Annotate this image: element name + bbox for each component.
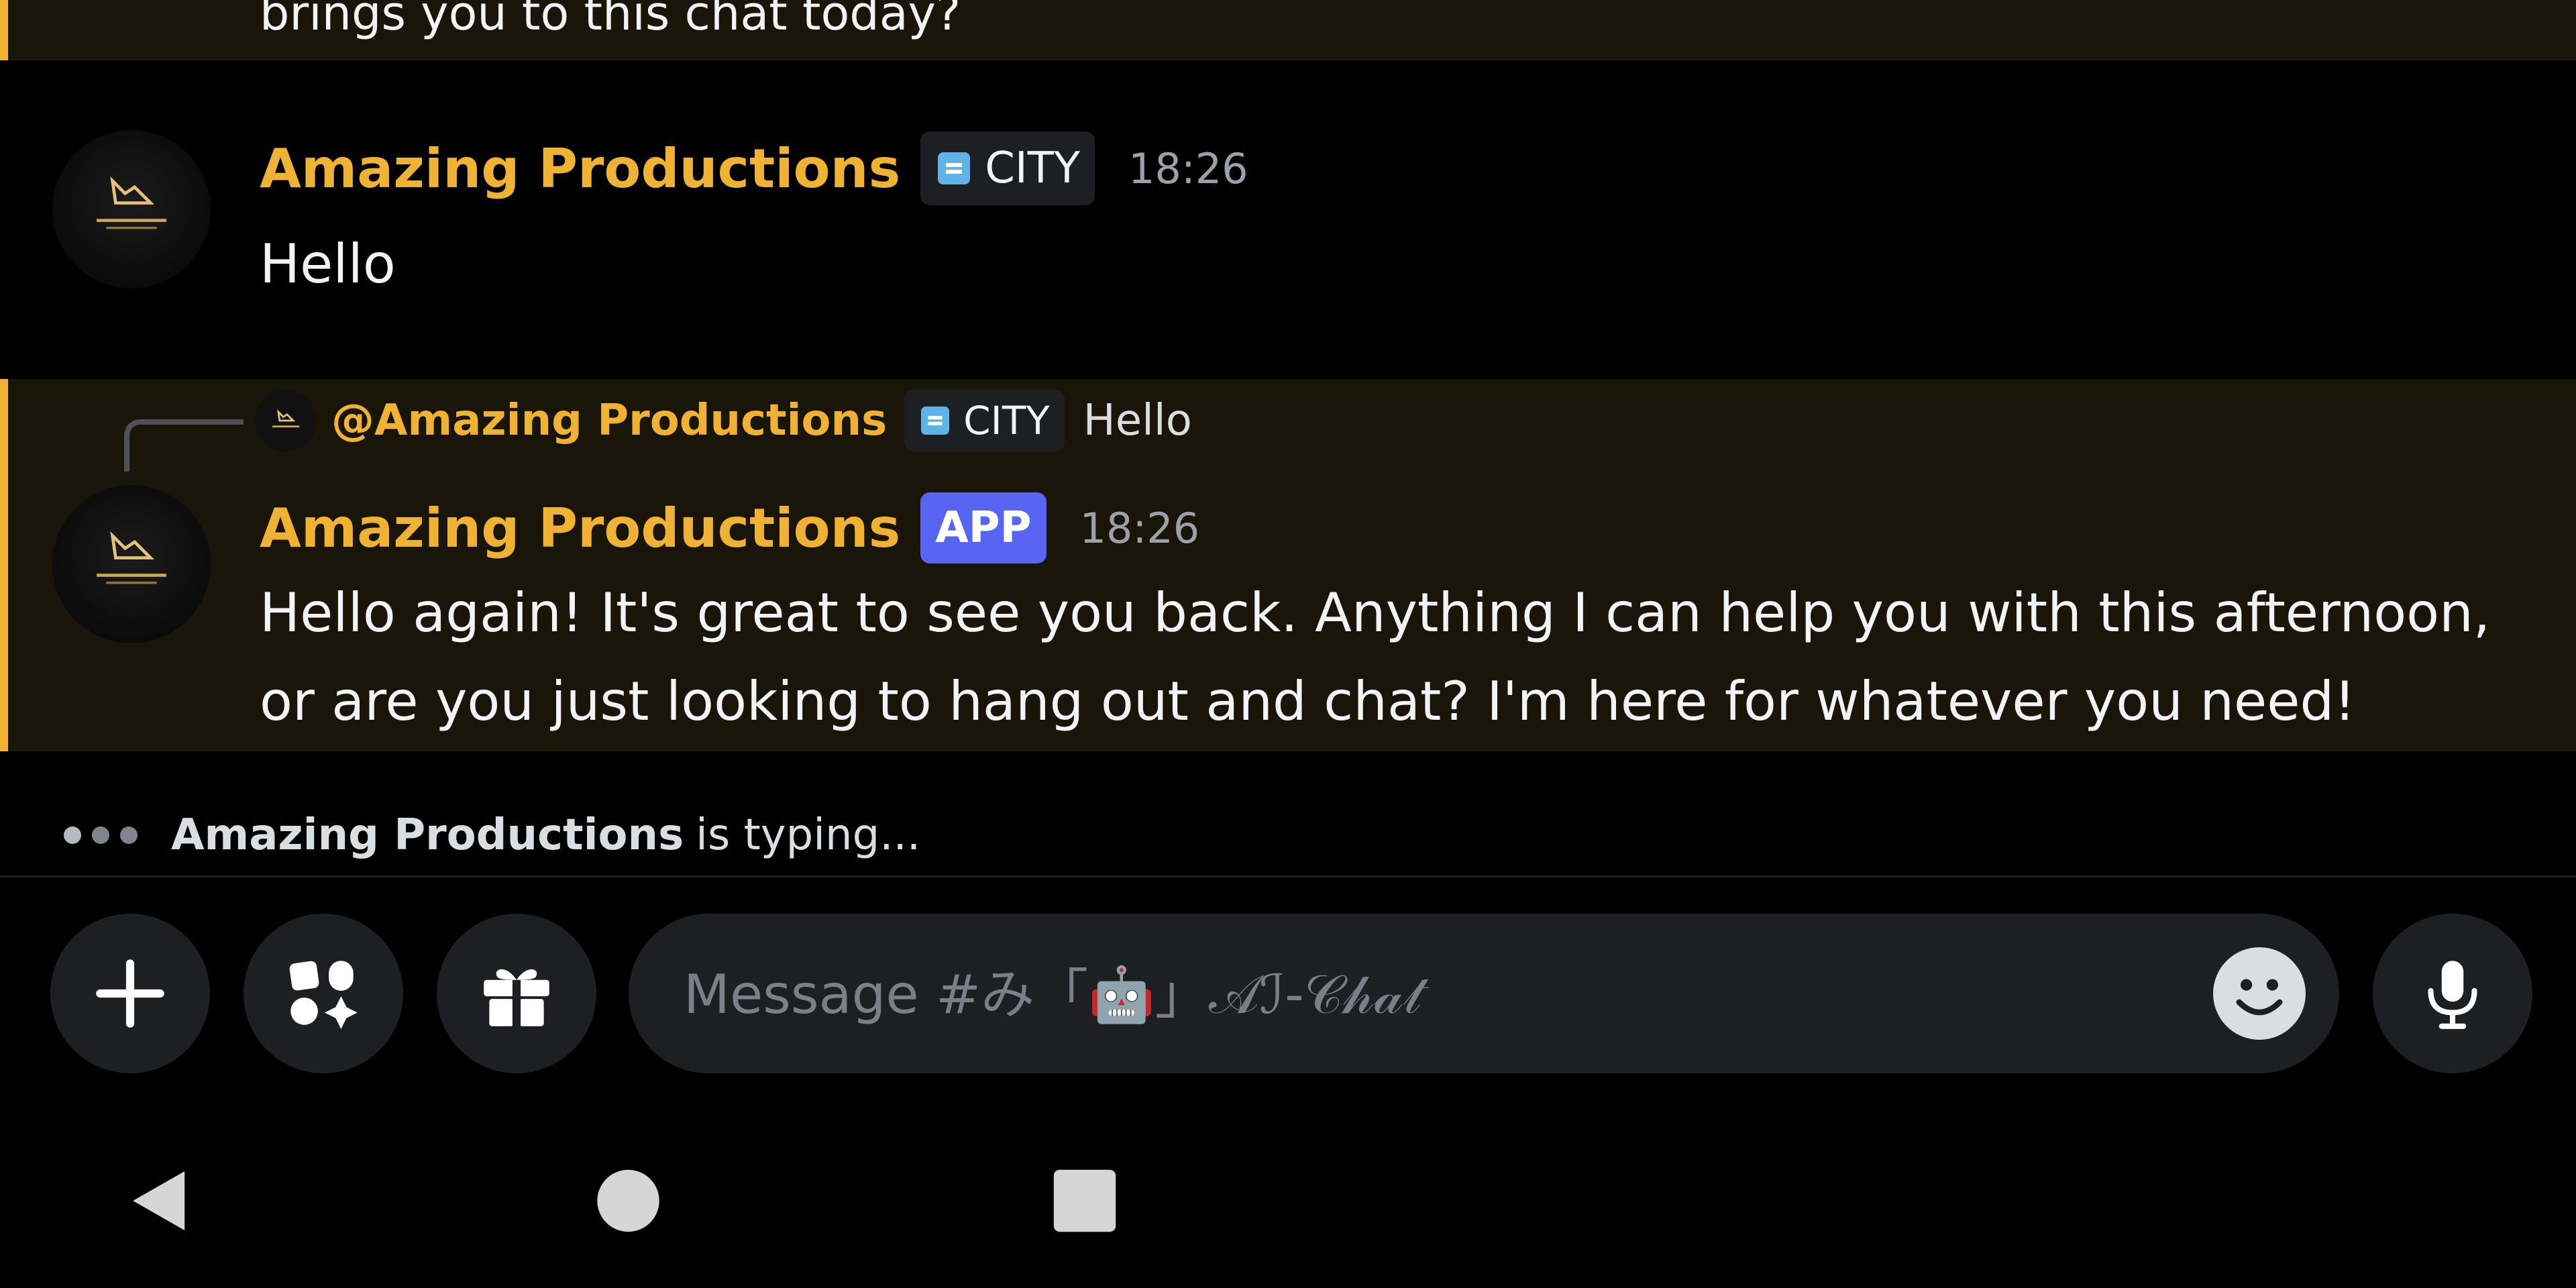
nav-home-button[interactable] bbox=[588, 1164, 661, 1238]
microphone-icon bbox=[2428, 961, 2477, 1029]
emoji-button[interactable] bbox=[2213, 947, 2306, 1040]
message-body-line-2: or are you just looking to hang out and … bbox=[260, 670, 2356, 733]
gift-button[interactable] bbox=[437, 914, 596, 1073]
message-input[interactable] bbox=[682, 914, 2094, 1075]
add-attachment-button[interactable] bbox=[50, 914, 210, 1073]
city-tag-icon bbox=[921, 407, 950, 435]
reply-reference[interactable]: @Amazing Productions CITY Hello bbox=[255, 387, 1192, 454]
message-hello[interactable]: Amazing Productions CITY 18:26 Hello bbox=[0, 121, 2576, 322]
app-badge: APP bbox=[920, 492, 1046, 564]
typing-user-name: Amazing Productions bbox=[171, 810, 684, 860]
guild-tag[interactable]: CITY bbox=[920, 131, 1095, 205]
nav-recents-button[interactable] bbox=[1048, 1164, 1122, 1238]
composer-divider bbox=[0, 875, 2576, 877]
author-line: Amazing Productions CITY 18:26 bbox=[260, 131, 1248, 205]
typing-status-text: is typing... bbox=[696, 810, 921, 860]
apps-icon bbox=[289, 961, 358, 1029]
gift-icon bbox=[484, 969, 549, 1026]
avatar[interactable] bbox=[52, 485, 211, 643]
avatar[interactable] bbox=[52, 130, 211, 288]
timestamp: 18:26 bbox=[1128, 144, 1248, 193]
avatar-logo-icon bbox=[272, 409, 300, 428]
reply-author-name[interactable]: @Amazing Productions bbox=[331, 396, 887, 445]
guild-tag-label: CITY bbox=[985, 144, 1080, 193]
apps-button[interactable] bbox=[244, 914, 403, 1073]
city-tag-icon bbox=[938, 152, 971, 184]
previous-message-text: brings you to this chat today? bbox=[260, 0, 961, 41]
avatar-logo-icon bbox=[97, 531, 166, 584]
avatar-logo-icon bbox=[97, 176, 166, 229]
chat-screen: brings you to this chat today? Amazing P… bbox=[0, 0, 2576, 1288]
message-body-line-1: Hello again! It's great to see you back.… bbox=[260, 582, 2491, 644]
typing-dots-icon bbox=[64, 826, 148, 844]
author-name[interactable]: Amazing Productions bbox=[260, 138, 900, 200]
mention-accent-bar bbox=[0, 379, 8, 751]
recents-square-icon bbox=[1053, 1169, 1116, 1232]
author-line: Amazing Productions APP 18:26 bbox=[260, 491, 1199, 565]
nav-back-button[interactable] bbox=[124, 1164, 198, 1238]
emoji-icon bbox=[2236, 979, 2283, 1016]
voice-message-button[interactable] bbox=[2373, 914, 2532, 1073]
home-circle-icon bbox=[597, 1169, 659, 1232]
typing-indicator: Amazing Productions is typing... bbox=[64, 805, 920, 865]
reply-snippet: Hello bbox=[1083, 396, 1192, 445]
previous-message: brings you to this chat today? bbox=[0, 0, 2576, 60]
reply-spine bbox=[124, 419, 244, 472]
author-name[interactable]: Amazing Productions bbox=[260, 497, 900, 559]
plus-icon bbox=[96, 959, 164, 1028]
message-composer[interactable] bbox=[629, 914, 2339, 1075]
reply-avatar bbox=[255, 390, 317, 451]
reply-guild-tag[interactable]: CITY bbox=[904, 390, 1065, 451]
timestamp: 18:26 bbox=[1079, 503, 1200, 553]
back-triangle-icon bbox=[133, 1171, 185, 1230]
message-reply[interactable]: @Amazing Productions CITY Hello Amazing … bbox=[0, 379, 2576, 751]
reply-guild-tag-label: CITY bbox=[963, 398, 1050, 443]
message-body: Hello bbox=[260, 233, 396, 295]
mention-accent-bar bbox=[0, 0, 8, 60]
